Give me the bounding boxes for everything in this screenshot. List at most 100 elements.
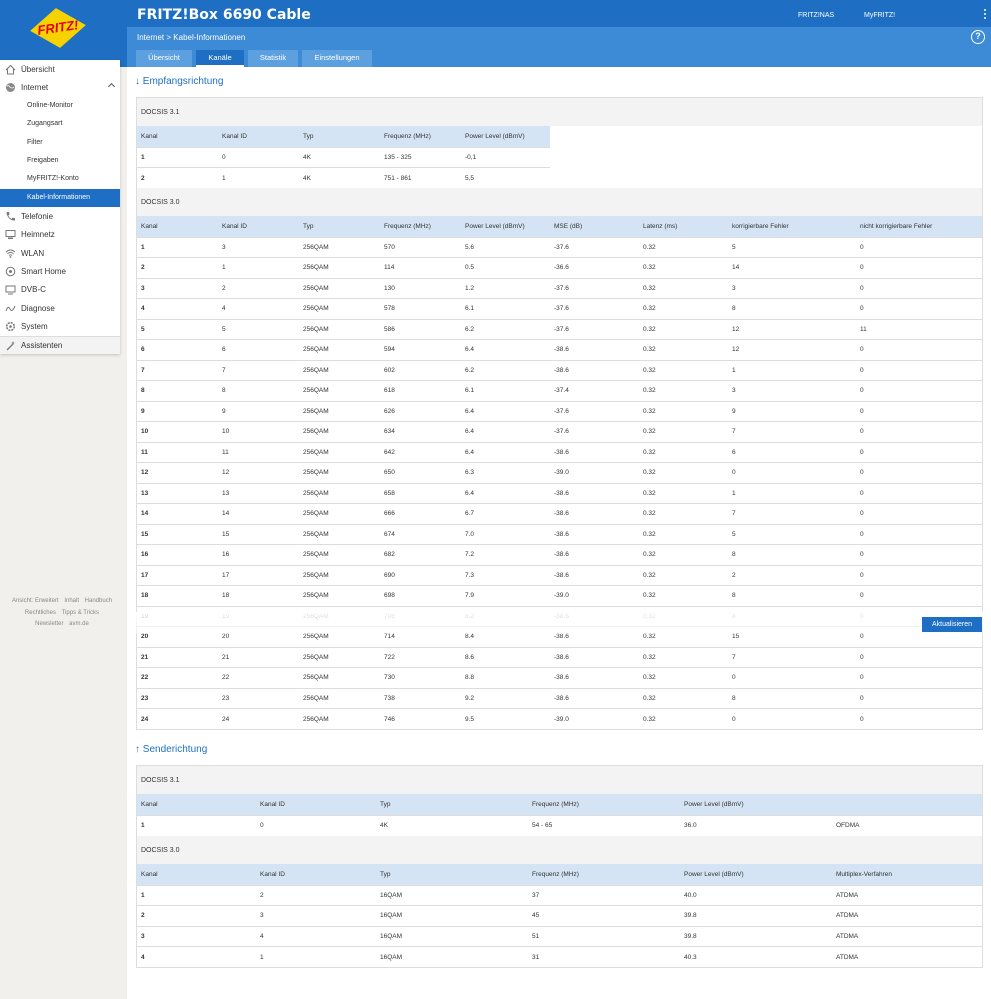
- tab-einstellungen[interactable]: Einstellungen: [302, 50, 372, 67]
- table-cell: 0.5: [461, 257, 550, 278]
- table-cell: 256QAM: [299, 626, 380, 647]
- table-row: 6 6 256QAM 594 6.4 -38.6 0.32 12 0: [137, 339, 982, 360]
- footer-link-handbuch[interactable]: Handbuch: [85, 598, 112, 604]
- table-cell: 23: [137, 687, 218, 709]
- sidebar-item-telefonie[interactable]: Telefonie: [0, 207, 120, 225]
- table-row: 3 4 16QAM 51 39.8 ATDMA: [137, 925, 982, 947]
- footer-link-newsletter[interactable]: Newsletter: [35, 621, 63, 627]
- table-cell: 0.32: [639, 605, 728, 627]
- sidebar-item-assistenten[interactable]: Assistenten: [0, 335, 120, 355]
- table-cell: -39.0: [550, 462, 639, 483]
- sidebar-item-internet[interactable]: Internet: [0, 78, 120, 96]
- chevron-up-icon[interactable]: [107, 83, 116, 91]
- downstream-docsis31-box: DOCSIS 3.1 Kanal Kanal ID Typ Frequenz (MHz…: [136, 97, 983, 189]
- table-row: 7 7 256QAM 602 6.2 -38.6 0.32 1 0: [137, 359, 982, 381]
- table-cell: -39.0: [550, 708, 639, 729]
- help-icon[interactable]: ?: [971, 30, 985, 44]
- table-cell: -38.6: [550, 605, 639, 627]
- footer-link-tipps[interactable]: Tipps & Tricks: [62, 610, 99, 616]
- column-header: Frequenz (MHz): [380, 216, 461, 237]
- footer-links: Ansicht: Erweitert Inhalt Handbuch Recht…: [0, 596, 124, 631]
- column-header: Power Level (dBmV): [461, 126, 550, 147]
- sidebar-subitem-filter[interactable]: Filter: [0, 134, 120, 152]
- table-cell: 0.32: [639, 708, 728, 729]
- table-cell: 7: [728, 503, 856, 524]
- table-cell: 24: [137, 708, 218, 729]
- sidebar-subitem-zugangsart[interactable]: Zugangsart: [0, 115, 120, 133]
- table-cell: 0: [856, 339, 982, 360]
- table-cell: 3: [728, 380, 856, 401]
- table-cell: 0: [856, 462, 982, 483]
- table-row: 1 3 256QAM 570 5.6 -37.6 0.32 5 0: [137, 236, 982, 258]
- tab-statistik[interactable]: Statistik: [248, 50, 298, 67]
- table-cell: 5.6: [461, 236, 550, 258]
- sidebar-subitem-kabel-informationen[interactable]: Kabel-Informationen: [0, 188, 120, 208]
- table-cell: 1: [256, 946, 376, 967]
- table-cell: 0: [856, 708, 982, 729]
- sidebar-subitem-online-monitor[interactable]: Online-Monitor: [0, 97, 120, 115]
- table-cell: 0.32: [639, 564, 728, 586]
- table-cell: 7: [728, 421, 856, 442]
- more-menu-icon[interactable]: [984, 9, 988, 23]
- sidebar-item-diagnose[interactable]: Diagnose: [0, 299, 120, 317]
- table-cell: 21: [218, 646, 299, 668]
- table-cell: 1: [137, 146, 218, 168]
- table-cell: 3: [728, 277, 856, 299]
- sidebar-item-label: Internet: [21, 83, 49, 93]
- table-cell: 8: [728, 585, 856, 606]
- sidebar-item-uebersicht[interactable]: Übersicht: [0, 60, 120, 78]
- refresh-button[interactable]: Aktualisieren: [922, 617, 982, 632]
- table-cell: 0.32: [639, 544, 728, 565]
- table-cell: 714: [380, 626, 461, 647]
- table-cell: -38.6: [550, 503, 639, 524]
- sidebar-item-system[interactable]: System: [0, 317, 120, 335]
- table-cell: 256QAM: [299, 646, 380, 668]
- column-header: Kanal: [137, 864, 256, 885]
- table-cell: 690: [380, 564, 461, 586]
- table-row: 16 16 256QAM 682 7.2 -38.6 0.32 8 0: [137, 544, 982, 565]
- sidebar-item-label: Diagnose: [21, 303, 55, 313]
- table-cell: 722: [380, 646, 461, 668]
- fritz-logo[interactable]: FRITZ!: [28, 6, 88, 50]
- table-cell: 0: [856, 277, 982, 299]
- table-cell: 6: [137, 339, 218, 360]
- tab-uebersicht[interactable]: Übersicht: [136, 50, 192, 67]
- column-header: Typ: [299, 126, 380, 147]
- breadcrumb-internet[interactable]: Internet: [137, 33, 164, 42]
- table-cell: 3: [137, 925, 256, 947]
- table-row: 12 12 256QAM 650 6.3 -39.0 0.32 0 0: [137, 462, 982, 483]
- table-cell: 36.0: [680, 814, 832, 836]
- table-cell: 256QAM: [299, 687, 380, 709]
- table-cell: 586: [380, 318, 461, 340]
- sidebar-item-label: System: [21, 322, 48, 332]
- sidebar: Übersicht Internet Online-Monitor Zugang…: [0, 60, 120, 355]
- fritznas-link[interactable]: FRITZ!NAS: [798, 12, 834, 19]
- system-icon: [5, 321, 16, 332]
- table-row: 20 20 256QAM 714 8.4 -38.6 0.32 15 0: [137, 626, 982, 647]
- tab-kanaele[interactable]: Kanäle: [196, 50, 244, 67]
- table-cell: 2: [728, 564, 856, 586]
- sidebar-item-smart-home[interactable]: Smart Home: [0, 262, 120, 280]
- sidebar-item-heimnetz[interactable]: Heimnetz: [0, 226, 120, 244]
- sidebar-item-dvb-c[interactable]: DVB-C: [0, 281, 120, 299]
- footer-link-avm[interactable]: avm.de: [69, 621, 89, 627]
- table-cell: 1: [218, 167, 299, 188]
- sidebar-subitem-freigaben[interactable]: Freigaben: [0, 152, 120, 170]
- sidebar-item-label: WLAN: [21, 248, 45, 258]
- table-cell: 39.8: [680, 905, 832, 926]
- footer-link-ansicht[interactable]: Ansicht: Erweitert: [12, 598, 59, 604]
- table-cell: 2: [137, 257, 218, 278]
- table-cell: ATDMA: [832, 946, 982, 967]
- footer-link-rechtliches[interactable]: Rechtliches: [25, 610, 56, 616]
- column-header: Multiplex-Verfahren: [832, 864, 982, 885]
- table-cell: 8: [137, 380, 218, 401]
- sidebar-subitem-myfritz-konto[interactable]: MyFRITZ!-Konto: [0, 170, 120, 188]
- sidebar-item-wlan[interactable]: WLAN: [0, 244, 120, 262]
- table-cell: 0: [856, 441, 982, 463]
- table-cell: 0: [856, 667, 982, 688]
- footer-link-inhalt[interactable]: Inhalt: [64, 598, 79, 604]
- table-cell: 6.1: [461, 298, 550, 319]
- table-cell: 22: [218, 667, 299, 688]
- sidebar-item-label: Heimnetz: [21, 230, 55, 240]
- myfritz-link[interactable]: MyFRITZ!: [864, 12, 895, 19]
